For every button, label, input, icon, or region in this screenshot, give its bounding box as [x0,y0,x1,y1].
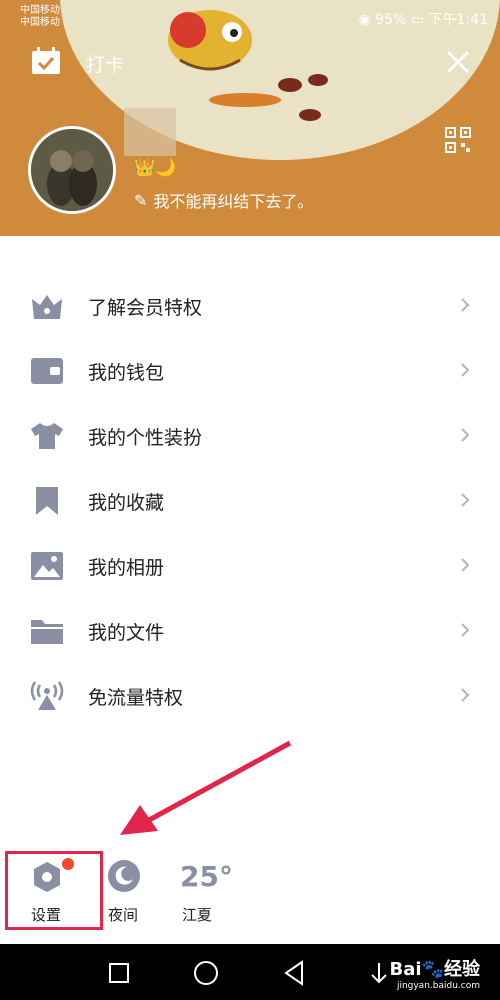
menu-label: 我的文件 [88,622,165,644]
menu-item-decor[interactable]: 我的个性装扮 [0,403,500,468]
signature-row[interactable]: ✎ 我不能再纠结下去了。 [134,188,313,212]
menu-label: 我的个性装扮 [88,427,203,449]
menu-item-wallet[interactable]: 我的钱包 [0,338,500,403]
tshirt-icon [31,423,63,449]
back-triangle-icon[interactable] [282,960,306,986]
chevron-right-icon [461,298,470,312]
city-label[interactable]: 江夏 [182,904,212,925]
menu-label: 我的钱包 [88,362,165,384]
vip-crown-icon [32,295,62,319]
carrier-1: 中国移动 [20,5,60,16]
moon-icon [108,860,140,892]
close-icon[interactable] [442,46,474,78]
recents-square-icon[interactable] [108,962,130,984]
bookmark-icon [36,487,58,515]
wallet-icon [31,358,63,384]
notification-dot [62,858,74,870]
image-icon [31,552,63,580]
nickname-blurred [124,108,176,156]
night-label[interactable]: 夜间 [108,904,138,925]
status-bar: 中国移动 中国移动 ◉ 95% ▭ 下午1:41 [0,0,500,34]
menu-item-vip[interactable]: 了解会员特权 [0,273,500,338]
menu-item-files[interactable]: 我的文件 [0,598,500,663]
chevron-right-icon [461,688,470,702]
menu-item-free-data[interactable]: 免流量特权 [0,663,500,728]
settings-button[interactable] [28,858,74,898]
calendar-check-icon[interactable] [31,47,61,75]
menu-label: 免流量特权 [88,687,184,709]
watermark-url: jingyan.baidu.com [396,981,480,991]
arrow-down-icon[interactable] [368,960,390,986]
battery-percent: 95% [375,12,407,28]
chevron-right-icon [461,363,470,377]
carrier-2: 中国移动 [20,17,60,28]
menu-item-album[interactable]: 我的相册 [0,533,500,598]
menu-label: 我的相册 [88,557,165,579]
watermark-brand: Bai🐾经验 [389,959,480,980]
clock: 下午1:41 [428,12,488,28]
folder-icon [31,620,63,644]
eye-icon: ◉ [358,12,371,28]
chevron-right-icon [461,493,470,507]
temperature[interactable]: 25° [180,860,233,893]
chevron-right-icon [461,558,470,572]
signature-text: 我不能再纠结下去了。 [153,192,314,211]
carrier-info: 中国移动 中国移动 [20,5,60,29]
signal-tower-icon [30,681,64,710]
night-mode-button[interactable] [107,859,141,893]
pencil-icon: ✎ [134,190,148,210]
chevron-right-icon [461,623,470,637]
cat-photo [31,129,113,211]
qr-code-icon[interactable] [445,127,471,153]
avatar[interactable] [28,126,116,214]
vip-badges: 👑🌙 [134,158,177,178]
chevron-right-icon [461,428,470,442]
home-circle-icon[interactable] [193,960,219,986]
menu-label: 了解会员特权 [88,297,203,319]
battery-icon: ▭ [410,12,425,28]
status-right: ◉ 95% ▭ 下午1:41 [359,9,488,29]
settings-label[interactable]: 设置 [31,904,61,925]
checkin-button[interactable]: 打卡 [86,50,124,77]
baidu-jingyan-watermark: Bai🐾经验 jingyan.baidu.com [390,955,480,991]
annotation-arrow [120,740,292,835]
seed-decoration [278,74,328,121]
profile-header: 中国移动 中国移动 ◉ 95% ▭ 下午1:41 打卡 👑🌙 ✎ 我不能再纠结下… [0,0,500,236]
menu-label: 我的收藏 [88,492,165,514]
menu-item-favorites[interactable]: 我的收藏 [0,468,500,533]
